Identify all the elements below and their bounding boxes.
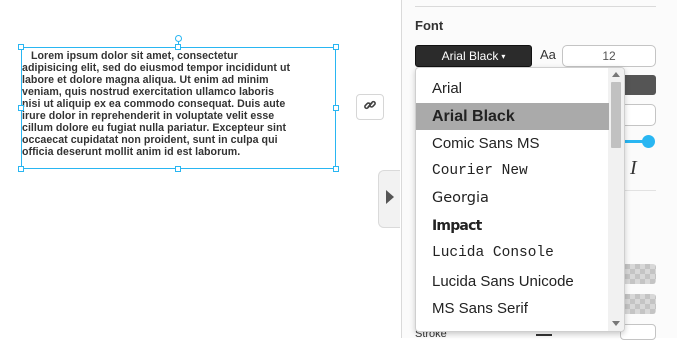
font-option-comic-sans-ms[interactable]: Comic Sans MS xyxy=(416,130,609,157)
panel-divider-top xyxy=(415,6,656,7)
resize-handle-w[interactable] xyxy=(18,105,24,111)
font-option-lucida-sans-unicode[interactable]: Lucida Sans Unicode xyxy=(416,268,609,295)
font-option-arial[interactable]: Arial xyxy=(416,75,609,102)
resize-handle-se[interactable] xyxy=(333,166,339,172)
chevron-right-icon xyxy=(385,189,395,209)
link-icon xyxy=(363,98,377,117)
link-button[interactable] xyxy=(356,94,384,120)
resize-handle-nw[interactable] xyxy=(18,44,24,50)
text-line: cillum dolore eu fugiat nulla pariatur. … xyxy=(22,122,287,134)
font-option-georgia[interactable]: Georgia xyxy=(416,185,609,212)
dropdown-scrollbar[interactable] xyxy=(608,68,624,331)
resize-handle-ne[interactable] xyxy=(333,44,339,50)
resize-handle-n[interactable] xyxy=(175,44,181,50)
opacity-slider-knob[interactable] xyxy=(642,135,655,148)
text-line: nisi ut aliquip ex ea commodo consequat.… xyxy=(22,98,286,110)
text-line: adipisicing elit, sed do eiusmod tempor … xyxy=(22,62,291,74)
collapse-panel-button[interactable] xyxy=(378,170,400,228)
font-family-label: Arial Black xyxy=(441,49,499,63)
scroll-up-icon[interactable] xyxy=(612,72,620,77)
font-option-impact[interactable]: Impact xyxy=(416,213,609,240)
font-size-input[interactable] xyxy=(562,45,656,67)
font-option-lucida-console[interactable]: Lucida Console xyxy=(416,240,609,267)
drawing-canvas[interactable]: Lorem ipsum dolor sit amet, consectetur a… xyxy=(0,0,400,338)
font-family-button[interactable]: Arial Black ▾ xyxy=(415,45,532,67)
text-line: officia deserunt mollit anim id est labo… xyxy=(22,146,241,158)
scroll-down-icon[interactable] xyxy=(612,321,620,326)
stroke-style-icon[interactable] xyxy=(536,334,552,336)
scrollbar-thumb[interactable] xyxy=(611,82,621,148)
caret-down-icon: ▾ xyxy=(501,51,506,61)
resize-handle-e[interactable] xyxy=(333,105,339,111)
text-shape-content[interactable]: Lorem ipsum dolor sit amet, consectetur a… xyxy=(22,50,340,158)
spacing-input[interactable] xyxy=(620,104,656,126)
font-option-courier-new[interactable]: Courier New xyxy=(416,158,609,185)
font-section-title: Font xyxy=(415,18,444,33)
text-line: irure dolor in reprehenderit in voluptat… xyxy=(22,110,275,122)
font-option-arial-black[interactable]: Arial Black xyxy=(416,102,609,130)
font-size-label: Aa xyxy=(540,47,556,62)
resize-handle-sw[interactable] xyxy=(18,166,24,172)
text-line: Lorem ipsum dolor sit amet, consectetur xyxy=(22,50,238,62)
text-line: labore et dolore magna aliqua. Ut enim a… xyxy=(22,74,269,86)
text-shape[interactable]: Lorem ipsum dolor sit amet, consectetur a… xyxy=(21,47,336,169)
italic-button[interactable]: I xyxy=(630,157,637,180)
font-option-ms-sans-serif[interactable]: MS Sans Serif xyxy=(416,295,609,322)
text-line: occaecat cupidatat non proident, sunt in… xyxy=(22,134,278,146)
resize-handle-s[interactable] xyxy=(175,166,181,172)
font-family-dropdown[interactable]: Arial Arial Black Comic Sans MS Courier New… xyxy=(415,67,625,332)
text-line: veniam, quis nostrud exercitation ullamc… xyxy=(22,86,275,98)
